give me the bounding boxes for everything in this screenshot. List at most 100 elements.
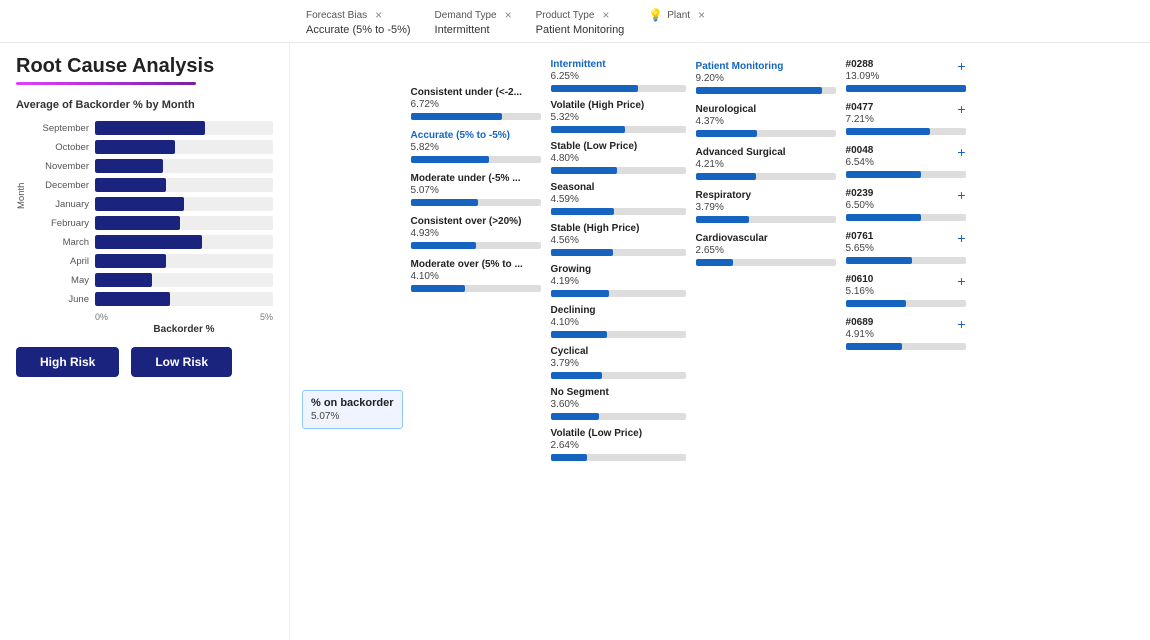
node-box[interactable]: Seasonal 4.59% bbox=[551, 182, 686, 215]
tick-5: 5% bbox=[260, 312, 273, 322]
node-label: Stable (High Price) bbox=[551, 223, 686, 235]
node-pct: 4.19% bbox=[551, 276, 686, 287]
node-pct: 9.20% bbox=[696, 73, 836, 84]
bar-row: October bbox=[29, 140, 273, 154]
node-box[interactable]: #0048 6.54% + bbox=[846, 145, 966, 178]
product-type-close[interactable]: × bbox=[602, 8, 609, 22]
sankey-area: % on backorder 5.07% Consistent under (<… bbox=[302, 53, 1138, 630]
node-bar-fill bbox=[551, 454, 587, 461]
node-box[interactable]: Respiratory 3.79% bbox=[696, 190, 836, 223]
node-pct: 6.54% bbox=[846, 157, 874, 168]
demand-type-close[interactable]: × bbox=[505, 8, 512, 22]
node-pct: 5.65% bbox=[846, 243, 874, 254]
node-box[interactable]: #0239 6.50% + bbox=[846, 188, 966, 221]
bar-fill bbox=[95, 178, 166, 192]
node-bar-fill bbox=[846, 214, 922, 221]
high-risk-button[interactable]: High Risk bbox=[16, 347, 119, 377]
plus-icon[interactable]: + bbox=[957, 274, 965, 288]
node-bar-track bbox=[846, 128, 966, 135]
node-bar-fill bbox=[696, 259, 734, 266]
node-bar-track bbox=[551, 290, 686, 297]
bar-month-label: March bbox=[29, 237, 89, 248]
node-bar-fill bbox=[551, 85, 639, 92]
title-underline bbox=[16, 82, 196, 85]
node-bar-fill bbox=[846, 128, 930, 135]
node-bar-fill bbox=[696, 87, 822, 94]
node-box[interactable]: #0761 5.65% + bbox=[846, 231, 966, 264]
node-bar-track bbox=[411, 113, 541, 120]
bar-track bbox=[95, 235, 273, 249]
node-box[interactable]: No Segment 3.60% bbox=[551, 387, 686, 420]
node-pct: 5.82% bbox=[411, 142, 541, 153]
bar-month-label: November bbox=[29, 161, 89, 172]
node-pct: 5.16% bbox=[846, 286, 874, 297]
filter-forecast-bias[interactable]: Forecast Bias × Accurate (5% to -5%) bbox=[306, 8, 411, 36]
node-bar-fill bbox=[551, 413, 600, 420]
node-label: Growing bbox=[551, 264, 686, 276]
node-box[interactable]: Accurate (5% to -5%) 5.82% bbox=[411, 130, 541, 163]
bar-row: May bbox=[29, 273, 273, 287]
node-bar-fill bbox=[846, 257, 912, 264]
node-box[interactable]: Volatile (High Price) 5.32% bbox=[551, 100, 686, 133]
node-box[interactable]: Consistent under (<-2... 6.72% bbox=[411, 87, 541, 120]
bar-month-label: December bbox=[29, 180, 89, 191]
col1: Consistent under (<-2... 6.72% Accurate … bbox=[411, 57, 551, 298]
axis-area: 0% 5% Backorder % bbox=[29, 312, 273, 335]
plus-icon[interactable]: + bbox=[957, 317, 965, 331]
node-pct: 3.60% bbox=[551, 399, 686, 410]
page-title: Root Cause Analysis bbox=[16, 55, 273, 78]
plus-icon[interactable]: + bbox=[957, 231, 965, 245]
node-box[interactable]: Neurological 4.37% bbox=[696, 104, 836, 137]
filter-plant[interactable]: 💡 Plant × bbox=[648, 8, 705, 24]
tick-0: 0% bbox=[95, 312, 108, 322]
root-node: % on backorder 5.07% bbox=[302, 390, 403, 428]
node-pct: 4.10% bbox=[551, 317, 686, 328]
node-label: #0048 bbox=[846, 145, 874, 157]
node-box[interactable]: Consistent over (>20%) 4.93% bbox=[411, 216, 541, 249]
demand-type-label: Demand Type bbox=[435, 10, 497, 21]
node-box[interactable]: Growing 4.19% bbox=[551, 264, 686, 297]
plus-icon[interactable]: + bbox=[957, 188, 965, 202]
node-bar-track bbox=[846, 300, 966, 307]
node-bar-track bbox=[696, 216, 836, 223]
node-box[interactable]: #0288 13.09% + bbox=[846, 59, 966, 92]
node-box[interactable]: Stable (Low Price) 4.80% bbox=[551, 141, 686, 174]
node-label: Moderate over (5% to ... bbox=[411, 259, 541, 271]
node-bar-track bbox=[551, 167, 686, 174]
node-box[interactable]: Declining 4.10% bbox=[551, 305, 686, 338]
node-pct: 2.64% bbox=[551, 440, 686, 451]
node-bar-track bbox=[846, 343, 966, 350]
node-box[interactable]: #0689 4.91% + bbox=[846, 317, 966, 350]
plant-close[interactable]: × bbox=[698, 8, 705, 22]
plus-icon[interactable]: + bbox=[957, 59, 965, 73]
filter-demand-type[interactable]: Demand Type × Intermittent bbox=[435, 8, 512, 36]
node-bar-track bbox=[411, 242, 541, 249]
node-box[interactable]: #0610 5.16% + bbox=[846, 274, 966, 307]
plus-icon[interactable]: + bbox=[957, 102, 965, 116]
node-box[interactable]: Moderate under (-5% ... 5.07% bbox=[411, 173, 541, 206]
bar-track bbox=[95, 254, 273, 268]
node-box[interactable]: Cardiovascular 2.65% bbox=[696, 233, 836, 266]
bar-chart: September October November December Janu… bbox=[29, 121, 273, 306]
node-bar-track bbox=[551, 126, 686, 133]
node-box[interactable]: #0477 7.21% + bbox=[846, 102, 966, 135]
bar-row: December bbox=[29, 178, 273, 192]
node-box[interactable]: Volatile (Low Price) 2.64% bbox=[551, 428, 686, 461]
node-box[interactable]: Moderate over (5% to ... 4.10% bbox=[411, 259, 541, 292]
node-bar-fill bbox=[411, 285, 466, 292]
low-risk-button[interactable]: Low Risk bbox=[131, 347, 232, 377]
node-label: Advanced Surgical bbox=[696, 147, 836, 159]
node-pct: 5.32% bbox=[551, 112, 686, 123]
root-column: % on backorder 5.07% bbox=[302, 57, 411, 630]
plant-label: Plant bbox=[667, 10, 690, 21]
node-pct: 4.10% bbox=[411, 271, 541, 282]
node-box[interactable]: Advanced Surgical 4.21% bbox=[696, 147, 836, 180]
node-box[interactable]: Cyclical 3.79% bbox=[551, 346, 686, 379]
plus-icon[interactable]: + bbox=[957, 145, 965, 159]
node-box[interactable]: Patient Monitoring 9.20% bbox=[696, 61, 836, 94]
node-box[interactable]: Intermittent 6.25% bbox=[551, 59, 686, 92]
filter-product-type[interactable]: Product Type × Patient Monitoring bbox=[536, 8, 625, 36]
node-box[interactable]: Stable (High Price) 4.56% bbox=[551, 223, 686, 256]
forecast-bias-close[interactable]: × bbox=[375, 8, 382, 22]
node-bar-track bbox=[846, 85, 966, 92]
